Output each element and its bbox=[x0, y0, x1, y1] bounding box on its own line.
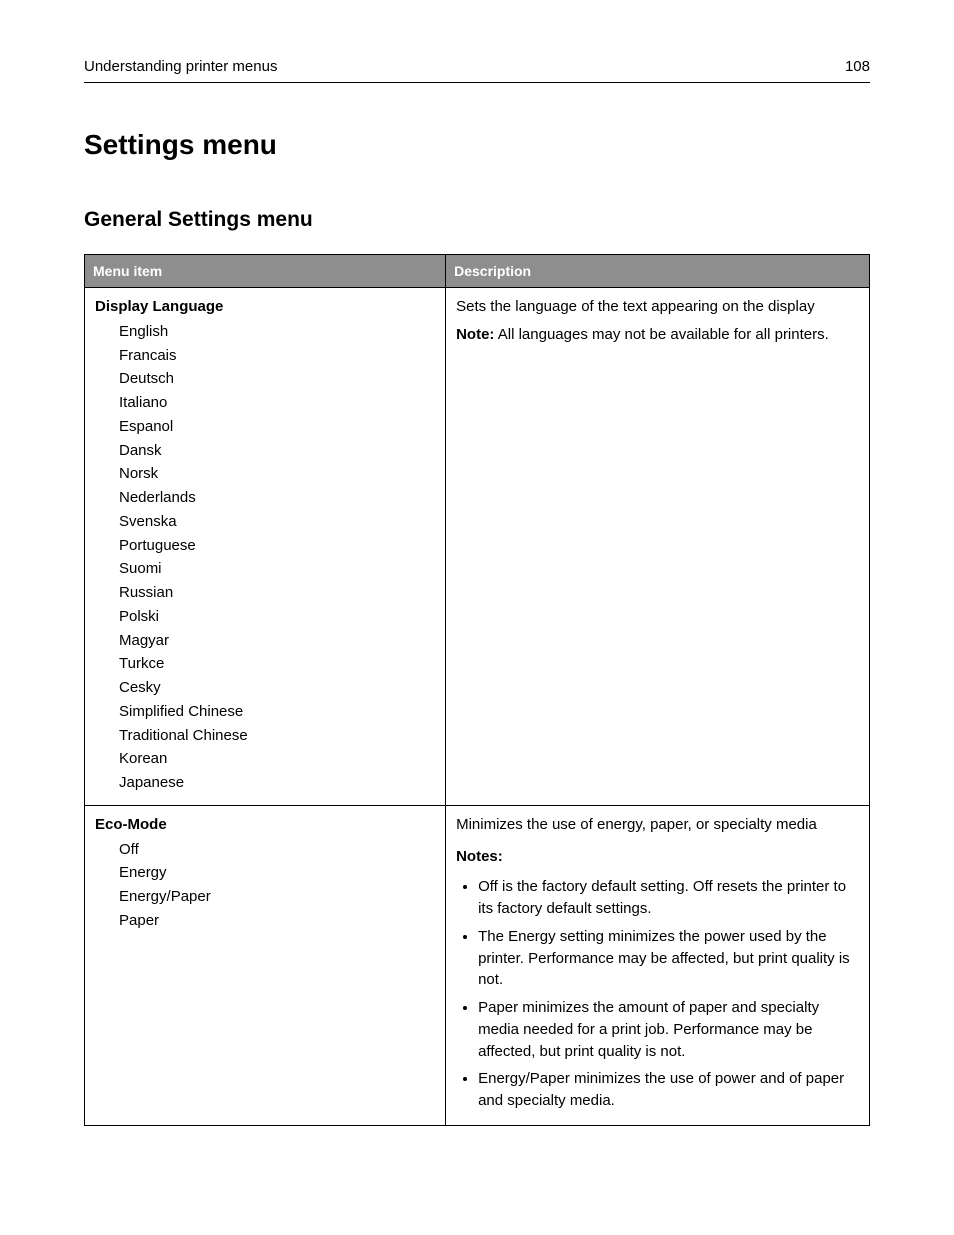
menu-option: Russian bbox=[119, 581, 435, 605]
menu-option-list: English Francais Deutsch Italiano Espano… bbox=[95, 320, 435, 795]
menu-option: Paper bbox=[119, 909, 435, 933]
page-number: 108 bbox=[845, 56, 870, 78]
description-cell: Minimizes the use of energy, paper, or s… bbox=[446, 805, 870, 1125]
menu-option: Turkce bbox=[119, 652, 435, 676]
menu-option: Energy/Paper bbox=[119, 885, 435, 909]
menu-option: Nederlands bbox=[119, 486, 435, 510]
menu-option: Traditional Chinese bbox=[119, 724, 435, 748]
menu-option: Cesky bbox=[119, 676, 435, 700]
menu-option: Espanol bbox=[119, 415, 435, 439]
note-item: Paper minimizes the amount of paper and … bbox=[478, 994, 859, 1065]
menu-option: Norsk bbox=[119, 462, 435, 486]
notes-heading: Notes: bbox=[456, 846, 859, 868]
section-title: General Settings menu bbox=[84, 205, 870, 235]
menu-option: Magyar bbox=[119, 629, 435, 653]
running-header: Understanding printer menus 108 bbox=[84, 56, 870, 83]
description-note: Note: All languages may not be available… bbox=[456, 324, 859, 346]
running-title: Understanding printer menus bbox=[84, 56, 277, 78]
table-header-row: Menu item Description bbox=[85, 254, 870, 287]
menu-option: Italiano bbox=[119, 391, 435, 415]
note-item: Off is the factory default setting. Off … bbox=[478, 873, 859, 923]
menu-item-title: Eco-Mode bbox=[95, 814, 435, 836]
description-lead: Sets the language of the text appearing … bbox=[456, 296, 859, 318]
menu-option: English bbox=[119, 320, 435, 344]
menu-option: Deutsch bbox=[119, 367, 435, 391]
description-lead: Minimizes the use of energy, paper, or s… bbox=[456, 814, 859, 836]
table-row: Display Language English Francais Deutsc… bbox=[85, 288, 870, 806]
note-item: The Energy setting minimizes the power u… bbox=[478, 923, 859, 994]
col-header-menu-item: Menu item bbox=[85, 254, 446, 287]
menu-item-title: Display Language bbox=[95, 296, 435, 318]
menu-option: Off bbox=[119, 838, 435, 862]
menu-option: Portuguese bbox=[119, 534, 435, 558]
description-cell: Sets the language of the text appearing … bbox=[446, 288, 870, 806]
menu-option: Energy bbox=[119, 861, 435, 885]
menu-option: Suomi bbox=[119, 557, 435, 581]
menu-option: Japanese bbox=[119, 771, 435, 795]
notes-list: Off is the factory default setting. Off … bbox=[456, 873, 859, 1115]
menu-item-cell: Eco-Mode Off Energy Energy/Paper Paper bbox=[85, 805, 446, 1125]
document-page: Understanding printer menus 108 Settings… bbox=[0, 0, 954, 1126]
menu-option: Dansk bbox=[119, 439, 435, 463]
menu-option: Polski bbox=[119, 605, 435, 629]
note-label: Note: bbox=[456, 326, 494, 343]
menu-option: Korean bbox=[119, 747, 435, 771]
menu-option: Svenska bbox=[119, 510, 435, 534]
col-header-description: Description bbox=[446, 254, 870, 287]
menu-option: Simplified Chinese bbox=[119, 700, 435, 724]
settings-table: Menu item Description Display Language E… bbox=[84, 254, 870, 1126]
menu-option-list: Off Energy Energy/Paper Paper bbox=[95, 838, 435, 933]
note-text: All languages may not be available for a… bbox=[494, 326, 828, 343]
table-row: Eco-Mode Off Energy Energy/Paper Paper M… bbox=[85, 805, 870, 1125]
menu-option: Francais bbox=[119, 344, 435, 368]
menu-item-cell: Display Language English Francais Deutsc… bbox=[85, 288, 446, 806]
page-title: Settings menu bbox=[84, 125, 870, 166]
note-item: Energy/Paper minimizes the use of power … bbox=[478, 1065, 859, 1115]
